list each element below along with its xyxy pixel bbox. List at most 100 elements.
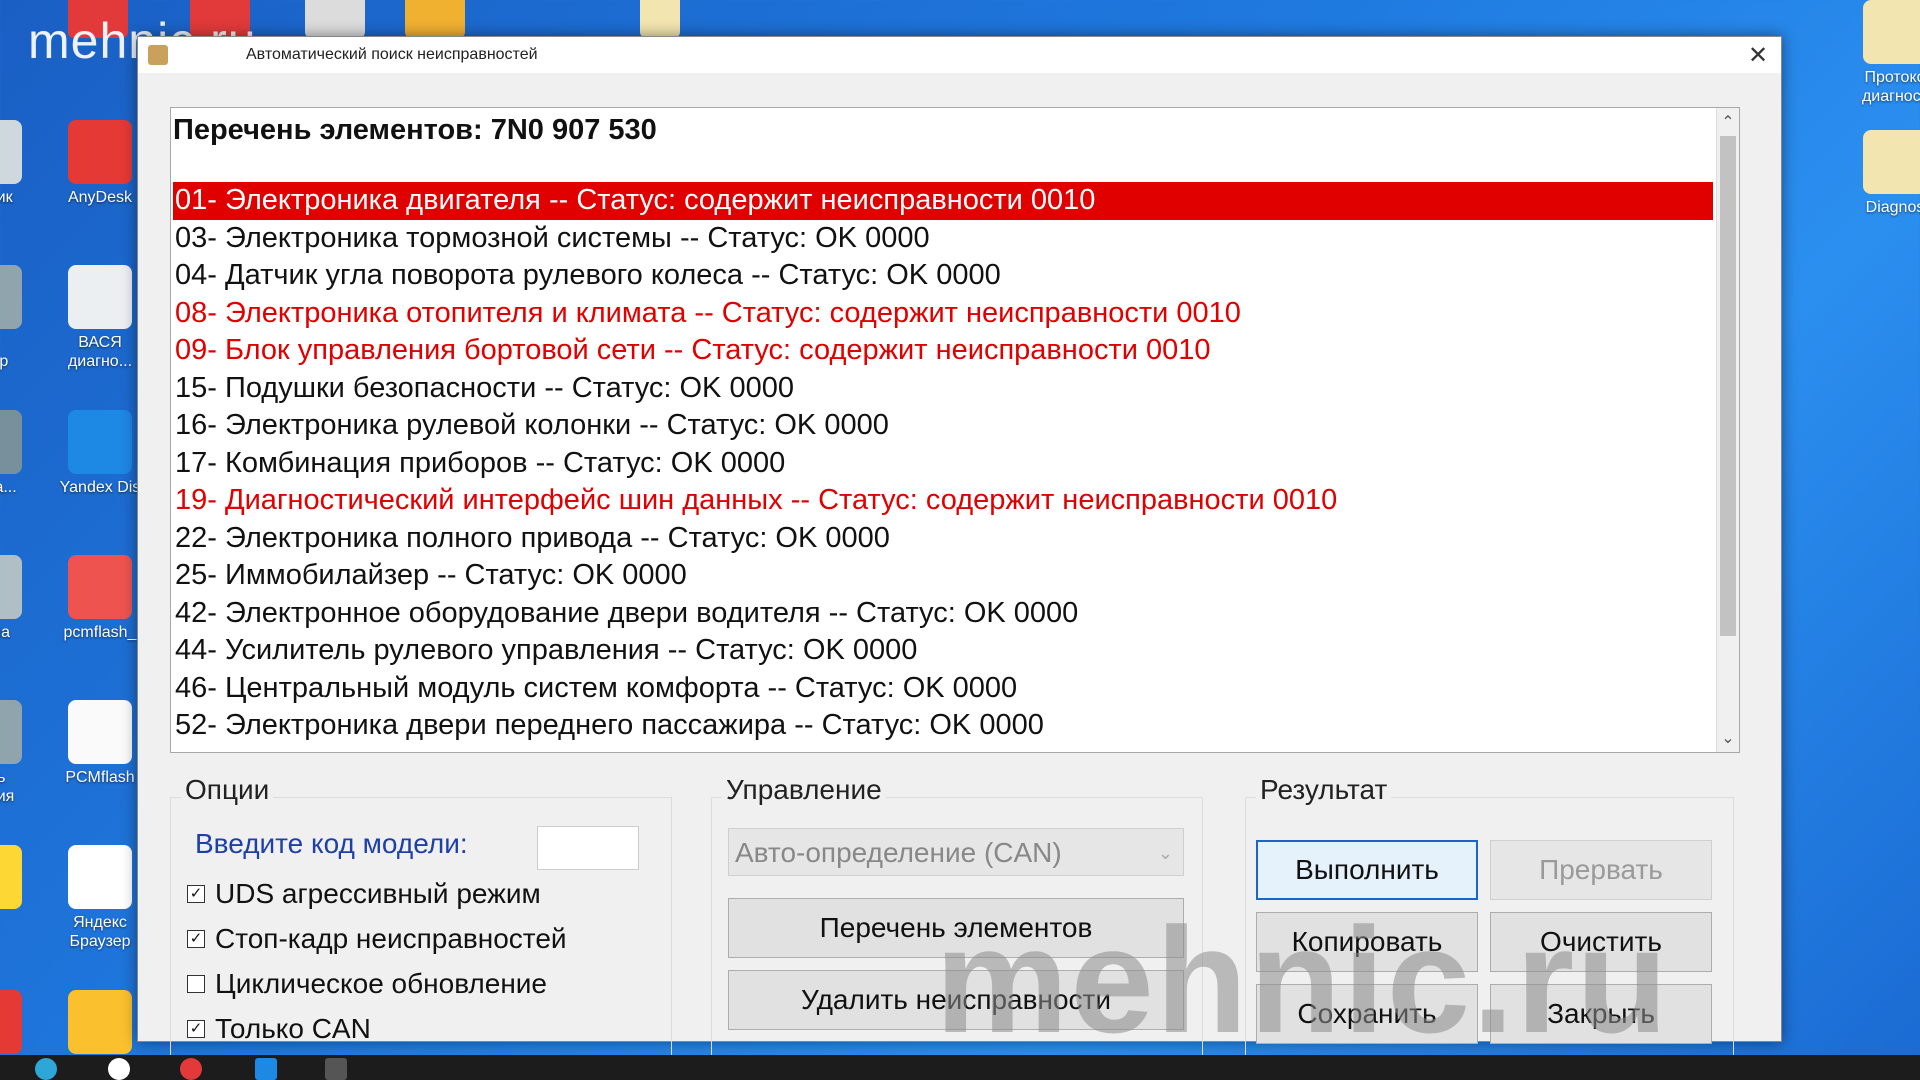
vertical-scrollbar[interactable]: ⌃ ⌄ [1716,108,1739,752]
checkbox-box[interactable]: ✓ [187,885,205,903]
checkbox-can-only[interactable]: ✓ Только CAN [187,1013,371,1045]
desktop-icon-label: PCMflash [65,769,135,786]
desktop-icon-label: Yandex Dis [59,479,141,496]
control-group-label: Управление [722,774,886,806]
checkbox-label: UDS агрессивный режим [215,878,541,909]
list-item[interactable]: 03- Электроника тормозной системы -- Ста… [173,220,1713,258]
list-item[interactable]: 09- Блок управления бортовой сети -- Ста… [173,332,1713,370]
desktop-top-icon[interactable] [305,0,365,38]
module-list[interactable]: 01- Электроника двигателя -- Статус: сод… [173,182,1713,745]
app-icon [0,845,22,909]
list-item[interactable]: 15- Подушки безопасности -- Статус: OK 0… [173,370,1713,408]
taskbar-app-icon[interactable] [325,1058,347,1080]
model-code-input[interactable] [537,826,639,870]
title-bar[interactable]: Автоматический поиск неисправностей ✕ [138,37,1781,73]
taskbar [0,1055,1920,1080]
app-icon [0,700,22,764]
desktop-icon-label: Яндекс Браузер [69,914,131,950]
desktop-icon[interactable]: ...Loa... [0,410,35,497]
app-icon [0,410,22,474]
vasya-icon [68,265,132,329]
taskbar-app-icon[interactable] [108,1058,130,1080]
list-item[interactable]: 42- Электронное оборудование двери водит… [173,595,1713,633]
list-item[interactable]: 22- Электроника полного привода -- Стату… [173,520,1713,558]
abort-button[interactable]: Прервать [1490,840,1712,900]
model-code-label: Введите код модели: [195,828,468,859]
checkbox-box[interactable]: ✓ [187,1020,205,1038]
desktop-icon[interactable]: Diagnos [1850,130,1920,217]
taskbar-app-icon[interactable] [255,1058,277,1080]
checkbox-box[interactable] [187,975,205,993]
desktop-top-icon[interactable] [640,0,680,38]
protocol-select-value: Авто-определение (CAN) [735,837,1062,868]
list-item[interactable]: 16- Электроника рулевой колонки -- Стату… [173,407,1713,445]
desktop-icon[interactable]: pcmflash_ [55,555,145,642]
desktop-icon[interactable]: Протоко диагност [1850,0,1920,106]
taskbar-app-icon[interactable] [180,1058,202,1080]
app-icon [148,45,168,65]
desktop-icon[interactable]: AnyDesk [55,120,145,207]
list-header: Перечень элементов: 7N0 907 530 [173,114,657,146]
desktop-icon-label: т ютер [0,353,9,370]
checkbox-label: Циклическое обновление [215,968,548,999]
list-item[interactable]: 17- Комбинация приборов -- Статус: OK 00… [173,445,1713,483]
checkbox-box[interactable]: ✓ [187,930,205,948]
pcmflash-icon [68,700,132,764]
desktop-icon-label: Diagnos [1865,199,1920,216]
scroll-thumb[interactable] [1720,136,1736,636]
desktop-icon-label: ...ль ...ения [0,769,15,805]
list-item[interactable]: 52- Электроника двери переднего пассажир… [173,707,1713,745]
desktop-icon[interactable]: ВАСЯ диагно... [55,265,145,371]
list-item[interactable]: 46- Центральный модуль систем комфорта -… [173,670,1713,708]
protocol-select[interactable]: Авто-определение (CAN) ⌄ [728,828,1184,876]
checkbox-label: Только CAN [215,1013,371,1044]
run-button[interactable]: Выполнить [1256,840,1478,900]
fault-search-window: Автоматический поиск неисправностей ✕ Пе… [137,36,1782,1061]
checkbox-label: Стоп-кадр неисправностей [215,923,567,954]
watermark-overlay: mehnic.ru [935,896,1670,1064]
desktop-icon[interactable]: Яндекс Браузер [55,845,145,951]
checkbox-cyclic-update[interactable]: Циклическое обновление [187,968,547,1000]
yandex-browser-icon [68,845,132,909]
taskbar-app-icon[interactable] [35,1058,57,1080]
desktop-icon[interactable]: т ютер [0,265,35,371]
desktop-icon[interactable]: Yandex Dis [55,410,145,497]
desktop-icon[interactable]: ...атик [0,120,35,207]
results-list[interactable]: Перечень элементов: 7N0 907 530 01- Элек… [170,107,1740,753]
folder-icon [1863,130,1920,194]
folder-icon [1863,0,1920,64]
yandex-disk-icon [68,410,132,474]
list-item[interactable]: 01- Электроника двигателя -- Статус: сод… [173,182,1713,220]
list-item[interactable]: 04- Датчик угла поворота рулевого колеса… [173,257,1713,295]
vpn-icon [0,990,22,1054]
desktop-icon-label: ...ина [0,624,10,641]
app-icon [0,555,22,619]
list-item[interactable]: 08- Электроника отопителя и климата -- С… [173,295,1713,333]
desktop-left-icons: ...атик AnyDesk т ютер ВАСЯ диагно... ...Loa… [0,0,140,1076]
list-item[interactable]: 44- Усилитель рулевого управления -- Ста… [173,632,1713,670]
options-group: Опции Введите код модели: ✓ UDS агрессив… [170,774,672,1061]
list-item[interactable]: 19- Диагностический интерфейс шин данных… [173,482,1713,520]
scroll-up-icon[interactable]: ⌃ [1717,108,1739,136]
checkbox-uds-aggressive[interactable]: ✓ UDS агрессивный режим [187,878,541,910]
options-group-label: Опции [181,774,274,806]
list-item[interactable]: 25- Иммобилайзер -- Статус: OK 0000 [173,557,1713,595]
result-group-label: Результат [1256,774,1392,806]
scroll-down-icon[interactable]: ⌄ [1717,724,1739,752]
pdf-icon [68,555,132,619]
desktop-top-icon[interactable] [405,0,465,38]
chevron-down-icon: ⌄ [1157,843,1173,863]
desktop-icon[interactable]: PCMflash [55,700,145,787]
app-icon [0,120,22,184]
checkbox-freeze-frame[interactable]: ✓ Стоп-кадр неисправностей [187,923,567,955]
desktop-icon-label: ВАСЯ диагно... [67,334,133,370]
desktop-icon-label: 00 [0,913,35,932]
folder-icon [68,990,132,1054]
desktop-icon[interactable]: 00 [0,845,35,932]
desktop-icon[interactable]: ...ина [0,555,35,642]
desktop-icon[interactable]: ...ль ...ения [0,700,35,806]
desktop-icon-label: AnyDesk [67,189,133,206]
desktop-right-icons: Протоко диагност Diagnos [1850,0,1920,240]
desktop-icon-label: Протоко диагност [1861,69,1920,105]
close-icon[interactable]: ✕ [1735,37,1781,73]
